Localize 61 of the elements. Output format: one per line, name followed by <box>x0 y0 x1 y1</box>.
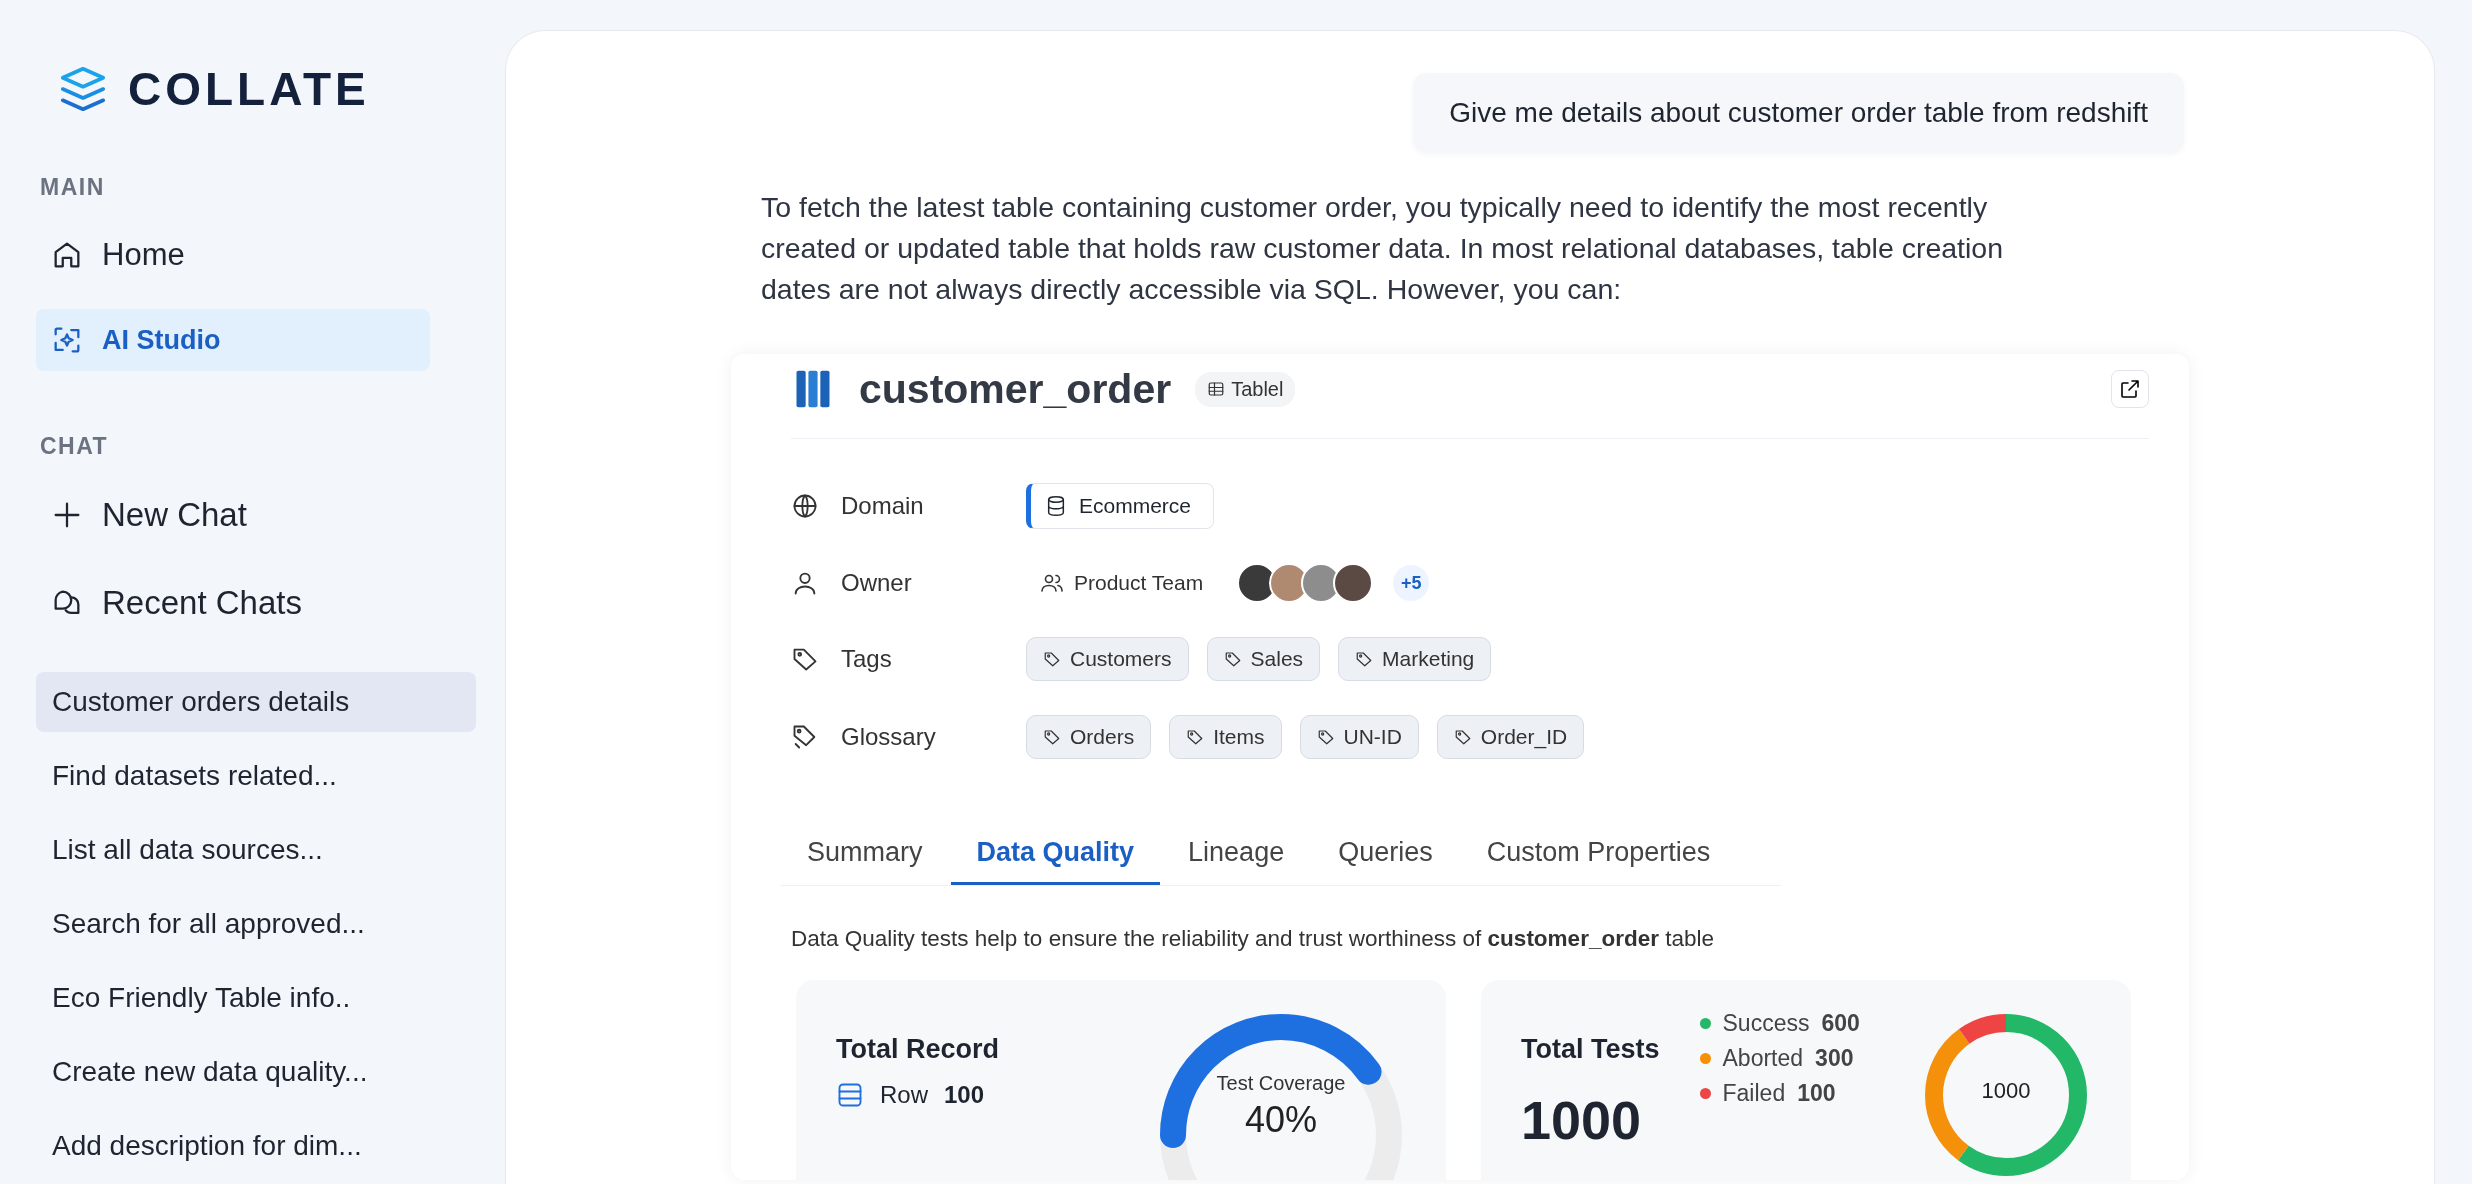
tab[interactable]: Lineage <box>1162 825 1311 885</box>
tag-chip[interactable]: Sales <box>1206 637 1321 681</box>
chat-history-item[interactable]: Create new data quality... <box>36 1042 476 1102</box>
glossary-chip[interactable]: Items <box>1169 715 1282 759</box>
card-title: Total Record <box>836 1034 999 1065</box>
type-badge: Tablel <box>1195 371 1296 407</box>
globe-icon <box>791 492 819 520</box>
glossary-chip[interactable]: UN-ID <box>1299 715 1419 759</box>
card-title: Total Tests <box>1521 1034 1660 1065</box>
tag-icon <box>1316 728 1335 746</box>
open-external-button[interactable] <box>2111 370 2149 408</box>
chat-history-item[interactable]: Find datasets related... <box>36 746 476 806</box>
glossary-chip[interactable]: Orders <box>1026 715 1152 759</box>
rows-icon <box>836 1081 864 1109</box>
total-tests-count: 1000 <box>1521 1089 1643 1151</box>
tab[interactable]: Data Quality <box>950 825 1161 885</box>
logo-text: COLLATE <box>128 62 370 116</box>
tab[interactable]: Custom Properties <box>1460 825 1737 885</box>
owner-team[interactable]: Product Team <box>1040 571 1204 595</box>
nav-item[interactable]: AI Studio <box>36 309 430 371</box>
glossary-chip[interactable]: Order_ID <box>1436 715 1585 759</box>
assistant-reply: To fetch the latest table containing customer order, you typically need to identify the most recently created or updated table that holds raw customer data. In most relational databases, table creation dates are not always directly accessible via SQL. However, you can: <box>761 190 2005 307</box>
property-label: Owner <box>791 569 1026 597</box>
chat-history-item[interactable]: Add description for dim... <box>36 1116 476 1176</box>
nav-item[interactable]: New Chat <box>36 482 430 548</box>
chat-history-item[interactable]: Search for all approved... <box>36 894 476 954</box>
tag-chip[interactable]: Customers <box>1026 637 1189 681</box>
legend-item: Failed 100 <box>1699 1080 1860 1107</box>
external-link-icon <box>2118 377 2142 401</box>
tag-icon <box>1453 728 1472 746</box>
chat-history-item[interactable]: Customer orders details <box>36 672 476 732</box>
tag-icon <box>1186 728 1205 746</box>
property-label: Glossary <box>791 723 1026 751</box>
database-icon <box>1045 495 1067 517</box>
chat-history-item[interactable]: List all data sources... <box>36 820 476 880</box>
donut-center-value: 1000 <box>1980 1078 2032 1104</box>
grid-icon <box>1207 380 1226 398</box>
record-stat: Row 100 <box>836 1081 999 1109</box>
domain-chip[interactable]: Ecommerce <box>1026 483 1215 529</box>
tag-icon <box>1223 650 1242 668</box>
more-owners-count[interactable]: +5 <box>1393 565 1430 601</box>
nav-item[interactable]: Recent Chats <box>36 570 430 636</box>
table-title: customer_order <box>859 365 1172 413</box>
tab[interactable]: Queries <box>1312 825 1459 885</box>
gauge-label: Test Coverage <box>1216 1072 1346 1095</box>
legend-item: Success 600 <box>1699 1010 1860 1037</box>
nav-item[interactable]: Home <box>36 223 430 287</box>
tag-icon <box>1043 728 1061 746</box>
description-text: Data Quality tests help to ensure the reliability and trust worthiness of customer_order table <box>791 926 1715 952</box>
property-label: Domain <box>791 492 1026 520</box>
coverage-percent: 40% <box>1244 1099 1318 1141</box>
legend-item: Aborted 300 <box>1699 1045 1860 1072</box>
user-message: Give me details about customer order table from redshift <box>1413 73 2184 153</box>
property-label: Tags <box>791 645 1026 673</box>
section-heading: CHAT <box>40 433 110 460</box>
tag-chip[interactable]: Marketing <box>1338 637 1492 681</box>
tag-icon <box>1043 650 1061 668</box>
chat-history-item[interactable]: Eco Friendly Table info.. <box>36 968 476 1028</box>
section-heading: MAIN <box>40 174 106 201</box>
tab[interactable]: Summary <box>781 825 949 885</box>
tag-icon <box>1355 650 1374 668</box>
